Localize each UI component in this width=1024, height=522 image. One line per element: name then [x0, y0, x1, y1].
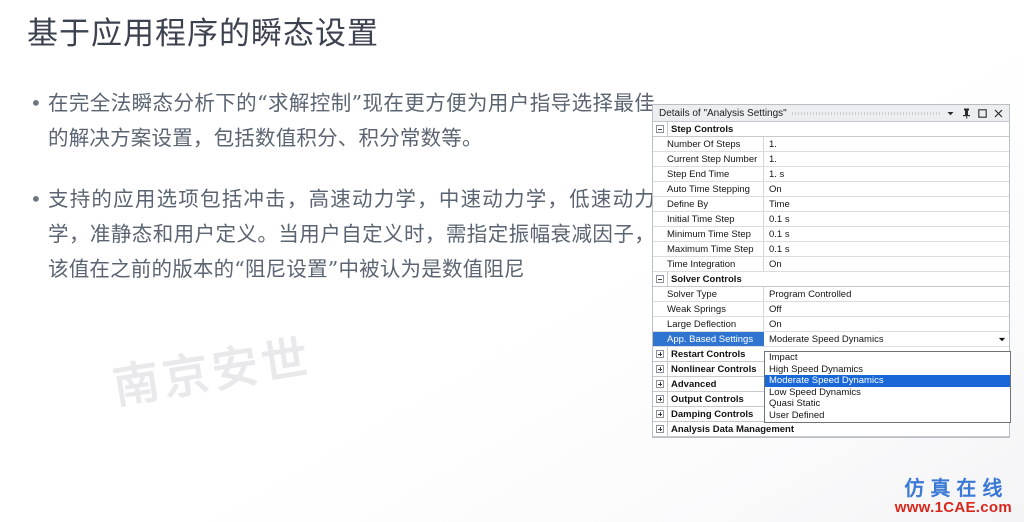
chevron-down-icon[interactable]: [945, 108, 955, 119]
dropdown-option-low-speed-dynamics[interactable]: Low Speed Dynamics: [765, 387, 1010, 399]
group-label: Analysis Data Management: [667, 422, 1009, 436]
expand-toggle-icon[interactable]: [653, 422, 667, 436]
table-row-auto-time-stepping[interactable]: Auto Time Stepping On: [653, 182, 1009, 197]
table-row-maximum-time-step[interactable]: Maximum Time Step 0.1 s: [653, 242, 1009, 257]
list-item: • 在完全法瞬态分析下的“求解控制”现在更方便为用户指导选择最佳的解决方案设置，…: [30, 86, 655, 156]
list-item: • 支持的应用选项包括冲击，高速动力学，中速动力学，低速动力学，准静态和用户定义…: [30, 182, 655, 287]
combobox-value: Moderate Speed Dynamics: [769, 333, 884, 345]
background-watermark: 南京安世: [109, 329, 316, 415]
expand-toggle-icon[interactable]: [653, 407, 667, 421]
site-logo: 仿真在线 www.1CAE.com: [895, 477, 1012, 516]
expand-toggle-icon[interactable]: [653, 362, 667, 376]
dropdown-option-moderate-speed-dynamics[interactable]: Moderate Speed Dynamics: [765, 375, 1010, 387]
chevron-down-icon[interactable]: [997, 335, 1006, 344]
slide-canvas: 南京安世 基于应用程序的瞬态设置 • 在完全法瞬态分析下的“求解控制”现在更方便…: [0, 0, 1024, 522]
property-name: Maximum Time Step: [667, 243, 754, 255]
property-name: Solver Type: [667, 288, 717, 300]
details-panel: Details of "Analysis Settings" Step Cont…: [652, 104, 1011, 438]
table-row-number-of-steps[interactable]: Number Of Steps 1.: [653, 137, 1009, 152]
expand-toggle-icon[interactable]: [653, 392, 667, 406]
group-label: Solver Controls: [667, 272, 1009, 286]
property-value[interactable]: 0.1 s: [763, 212, 1009, 226]
bullet-marker-icon: •: [30, 187, 42, 211]
dropdown-option-impact[interactable]: Impact: [765, 352, 1010, 364]
table-row-define-by[interactable]: Define By Time: [653, 197, 1009, 212]
property-name: Weak Springs: [667, 303, 726, 315]
property-value[interactable]: 0.1 s: [763, 227, 1009, 241]
bullet-list: • 在完全法瞬态分析下的“求解控制”现在更方便为用户指导选择最佳的解决方案设置，…: [30, 86, 655, 313]
bullet-marker-icon: •: [30, 91, 42, 115]
expand-toggle-icon[interactable]: [653, 347, 667, 361]
property-name: App. Based Settings: [653, 332, 763, 346]
property-value[interactable]: 0.1 s: [763, 242, 1009, 256]
close-icon[interactable]: [993, 108, 1003, 119]
property-value[interactable]: Off: [763, 302, 1009, 316]
table-row-weak-springs[interactable]: Weak Springs Off: [653, 302, 1009, 317]
property-name: Minimum Time Step: [667, 228, 751, 240]
expand-toggle-icon[interactable]: [653, 377, 667, 391]
bullet-text: 支持的应用选项包括冲击，高速动力学，中速动力学，低速动力学，准静态和用户定义。当…: [48, 187, 655, 281]
property-value[interactable]: On: [763, 182, 1009, 196]
pin-icon[interactable]: [961, 108, 971, 119]
dropdown-option-high-speed-dynamics[interactable]: High Speed Dynamics: [765, 364, 1010, 376]
dropdown-option-quasi-static[interactable]: Quasi Static: [765, 398, 1010, 410]
property-name: Current Step Number: [667, 153, 758, 165]
table-row-app-based-settings[interactable]: App. Based Settings Moderate Speed Dynam…: [653, 332, 1009, 347]
panel-titlebar: Details of "Analysis Settings": [653, 105, 1009, 122]
property-name: Initial Time Step: [667, 213, 735, 225]
collapse-toggle-icon[interactable]: [653, 122, 667, 136]
table-row-time-integration[interactable]: Time Integration On: [653, 257, 1009, 272]
titlebar-hatch-fill: [791, 108, 940, 118]
page-title: 基于应用程序的瞬态设置: [27, 16, 379, 52]
property-value[interactable]: Time: [763, 197, 1009, 211]
collapse-toggle-icon[interactable]: [653, 272, 667, 286]
titlebar-icon-group: [945, 108, 1006, 119]
table-row-large-deflection[interactable]: Large Deflection On: [653, 317, 1009, 332]
app-based-settings-dropdown[interactable]: Impact High Speed Dynamics Moderate Spee…: [764, 351, 1011, 423]
group-label: Step Controls: [667, 122, 1009, 136]
property-value[interactable]: 1.: [763, 137, 1009, 151]
group-header-analysis-data-management[interactable]: Analysis Data Management: [653, 422, 1009, 437]
property-value[interactable]: 1.: [763, 152, 1009, 166]
logo-brand-text: 仿真在线: [904, 476, 1009, 500]
panel-title: Details of "Analysis Settings": [659, 107, 787, 119]
table-row-solver-type[interactable]: Solver Type Program Controlled: [653, 287, 1009, 302]
table-row-step-end-time[interactable]: Step End Time 1. s: [653, 167, 1009, 182]
property-name: Number Of Steps: [667, 138, 741, 150]
property-name: Time Integration: [667, 258, 736, 270]
table-row-initial-time-step[interactable]: Initial Time Step 0.1 s: [653, 212, 1009, 227]
property-value[interactable]: On: [763, 317, 1009, 331]
table-row-minimum-time-step[interactable]: Minimum Time Step 0.1 s: [653, 227, 1009, 242]
property-name: Large Deflection: [667, 318, 737, 330]
property-name: Auto Time Stepping: [667, 183, 750, 195]
bullet-text: 在完全法瞬态分析下的“求解控制”现在更方便为用户指导选择最佳的解决方案设置，包括…: [48, 91, 655, 150]
property-value[interactable]: Program Controlled: [763, 287, 1009, 301]
logo-url-text: www.1CAE.com: [894, 499, 1012, 516]
group-header-solver-controls[interactable]: Solver Controls: [653, 272, 1009, 287]
restore-icon[interactable]: [977, 108, 987, 119]
group-header-step-controls[interactable]: Step Controls: [653, 122, 1009, 137]
property-name: Define By: [667, 198, 709, 210]
dropdown-option-user-defined[interactable]: User Defined: [765, 410, 1010, 422]
property-value[interactable]: On: [763, 257, 1009, 271]
app-based-settings-combobox[interactable]: Moderate Speed Dynamics: [763, 332, 1009, 346]
property-name: Step End Time: [667, 168, 730, 180]
property-value[interactable]: 1. s: [763, 167, 1009, 181]
table-row-current-step-number[interactable]: Current Step Number 1.: [653, 152, 1009, 167]
